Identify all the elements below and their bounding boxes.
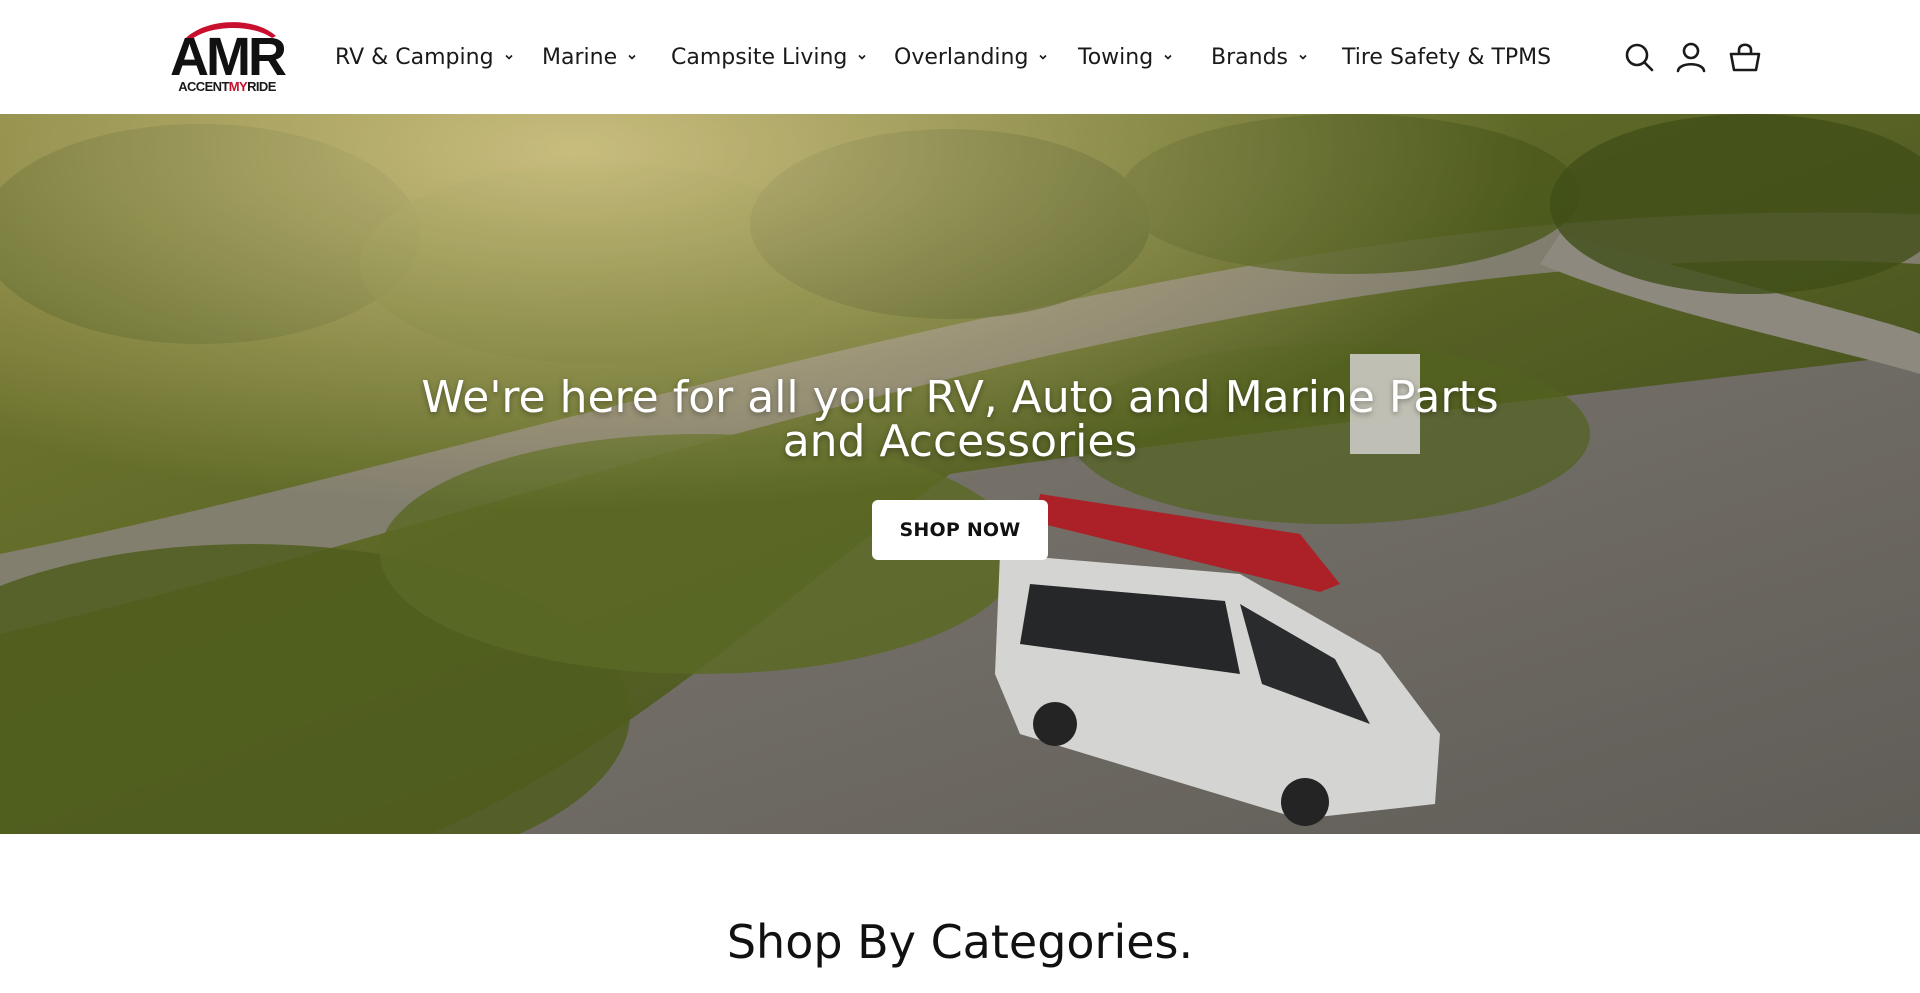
hero-headline-line-1: We're here for all your RV, Auto and Mar…: [421, 372, 1499, 423]
nav-label: Brands: [1211, 44, 1288, 70]
logo-tag-ride: RIDE: [247, 79, 276, 94]
nav-label: Tire Safety & TPMS: [1342, 44, 1552, 70]
chevron-down-icon: [1038, 52, 1048, 62]
nav-label: Campsite Living: [671, 44, 848, 70]
logo-tag-accent: ACCENT: [178, 79, 229, 94]
site-header: AMR ACCENTMYRIDE RV & Camping Marine Cam…: [0, 0, 1920, 114]
nav-label: Marine: [542, 44, 618, 70]
chevron-down-icon: [1298, 52, 1308, 62]
nav-item-brands[interactable]: Brands: [1211, 40, 1308, 74]
account-icon[interactable]: [1672, 38, 1710, 76]
hero-headline: We're here for all your RV, Auto and Mar…: [0, 376, 1920, 464]
cart-icon[interactable]: [1726, 38, 1764, 76]
hero-banner: We're here for all your RV, Auto and Mar…: [0, 114, 1920, 834]
nav-item-marine[interactable]: Marine: [542, 40, 637, 74]
logo-tagline: ACCENTMYRIDE: [164, 79, 290, 95]
chevron-down-icon: [1163, 52, 1173, 62]
nav-item-overlanding[interactable]: Overlanding: [894, 40, 1048, 74]
nav-label: Overlanding: [894, 44, 1029, 70]
nav-item-towing[interactable]: Towing: [1078, 40, 1173, 74]
logo-tag-my: MY: [228, 79, 248, 94]
nav-label: RV & Camping: [335, 44, 494, 70]
nav-item-campsite-living[interactable]: Campsite Living: [671, 40, 867, 74]
search-icon[interactable]: [1620, 38, 1658, 76]
chevron-down-icon: [504, 52, 514, 62]
logo-letters: AMR: [170, 27, 287, 87]
shop-by-categories-title: Shop By Categories.: [726, 915, 1194, 969]
hero-headline-line-2: and Accessories: [782, 416, 1138, 467]
amr-logo[interactable]: AMR ACCENTMYRIDE: [164, 16, 290, 98]
hero-background-image: [0, 114, 1920, 834]
chevron-down-icon: [627, 52, 637, 62]
nav-item-tire-safety-tpms[interactable]: Tire Safety & TPMS: [1342, 40, 1551, 74]
chevron-down-icon: [857, 52, 867, 62]
nav-item-rv-camping[interactable]: RV & Camping: [335, 40, 514, 74]
nav-label: Towing: [1078, 44, 1154, 70]
shop-now-button[interactable]: SHOP NOW: [872, 500, 1048, 560]
